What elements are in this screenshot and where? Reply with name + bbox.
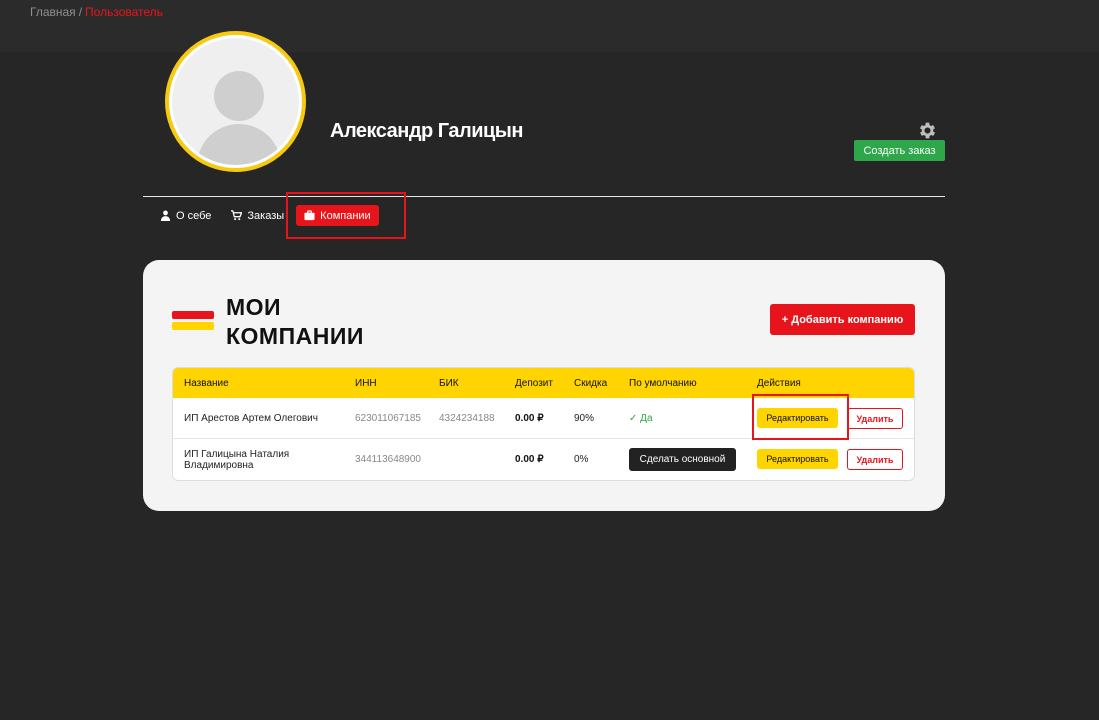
- add-company-button[interactable]: + Добавить компанию: [770, 304, 915, 335]
- header-divider: [143, 196, 945, 197]
- column-header-inn: ИНН: [355, 378, 377, 389]
- user-icon: [160, 210, 171, 221]
- cart-icon: [231, 210, 243, 221]
- column-header-bik: БИК: [439, 378, 459, 389]
- user-name: Александр Галицын: [330, 120, 523, 142]
- column-header-actions: Действия: [757, 378, 801, 389]
- tab-about[interactable]: О себе: [160, 205, 219, 226]
- company-name: ИП Галицына Наталия Владимировна: [184, 449, 289, 471]
- flag-stripes-icon: [172, 311, 214, 330]
- company-inn: 623011067185: [355, 413, 421, 424]
- breadcrumb-current: Пользователь: [85, 5, 163, 19]
- company-deposit: 0.00 ₽: [515, 454, 544, 465]
- company-bik: 4324234188: [439, 413, 495, 424]
- delete-company-button[interactable]: Удалить: [847, 408, 903, 429]
- tab-about-label: О себе: [176, 209, 212, 222]
- tab-orders-label: Заказы: [247, 209, 285, 222]
- company-name: ИП Арестов Артем Олегович: [184, 413, 318, 424]
- delete-company-button[interactable]: Удалить: [847, 449, 903, 470]
- breadcrumb-home-link[interactable]: Главная: [30, 5, 76, 19]
- create-order-button[interactable]: Создать заказ: [854, 140, 945, 161]
- company-inn: 344113648900: [355, 454, 421, 465]
- company-discount: 90%: [574, 413, 595, 424]
- companies-card: МОИ КОМПАНИИ + Добавить компанию Названи…: [143, 260, 945, 511]
- highlight-box-edit: [752, 394, 849, 440]
- check-icon: ✓: [629, 413, 638, 424]
- company-deposit: 0.00 ₽: [515, 413, 544, 424]
- gear-icon[interactable]: [917, 120, 938, 141]
- company-name-line2: Владимировна: [184, 460, 254, 471]
- company-discount: 0%: [574, 454, 589, 465]
- default-yes-label: Да: [640, 413, 653, 424]
- company-name-line1: ИП Галицына Наталия: [184, 449, 290, 460]
- top-bar: [0, 0, 1099, 52]
- companies-title: МОИ КОМПАНИИ: [226, 293, 446, 351]
- column-header-deposit: Депозит: [515, 378, 553, 389]
- edit-company-button[interactable]: Редактировать: [757, 449, 838, 469]
- breadcrumb-separator: /: [78, 5, 83, 19]
- avatar[interactable]: [165, 31, 306, 172]
- companies-title-line2: КОМПАНИИ: [226, 323, 364, 349]
- make-default-button[interactable]: Сделать основной: [629, 448, 736, 471]
- tab-orders[interactable]: Заказы: [223, 205, 292, 226]
- breadcrumb: Главная / Пользователь: [30, 5, 163, 19]
- avatar-placeholder-icon: [172, 38, 299, 165]
- column-header-name: Название: [184, 378, 229, 389]
- column-header-default: По умолчанию: [629, 378, 697, 389]
- companies-title-line1: МОИ: [226, 294, 282, 320]
- table-row: ИП Галицына Наталия Владимировна 3441136…: [173, 439, 914, 480]
- column-header-discount: Скидка: [574, 378, 608, 389]
- highlight-box-tab: [286, 192, 406, 239]
- default-status: ✓ Да: [629, 413, 653, 424]
